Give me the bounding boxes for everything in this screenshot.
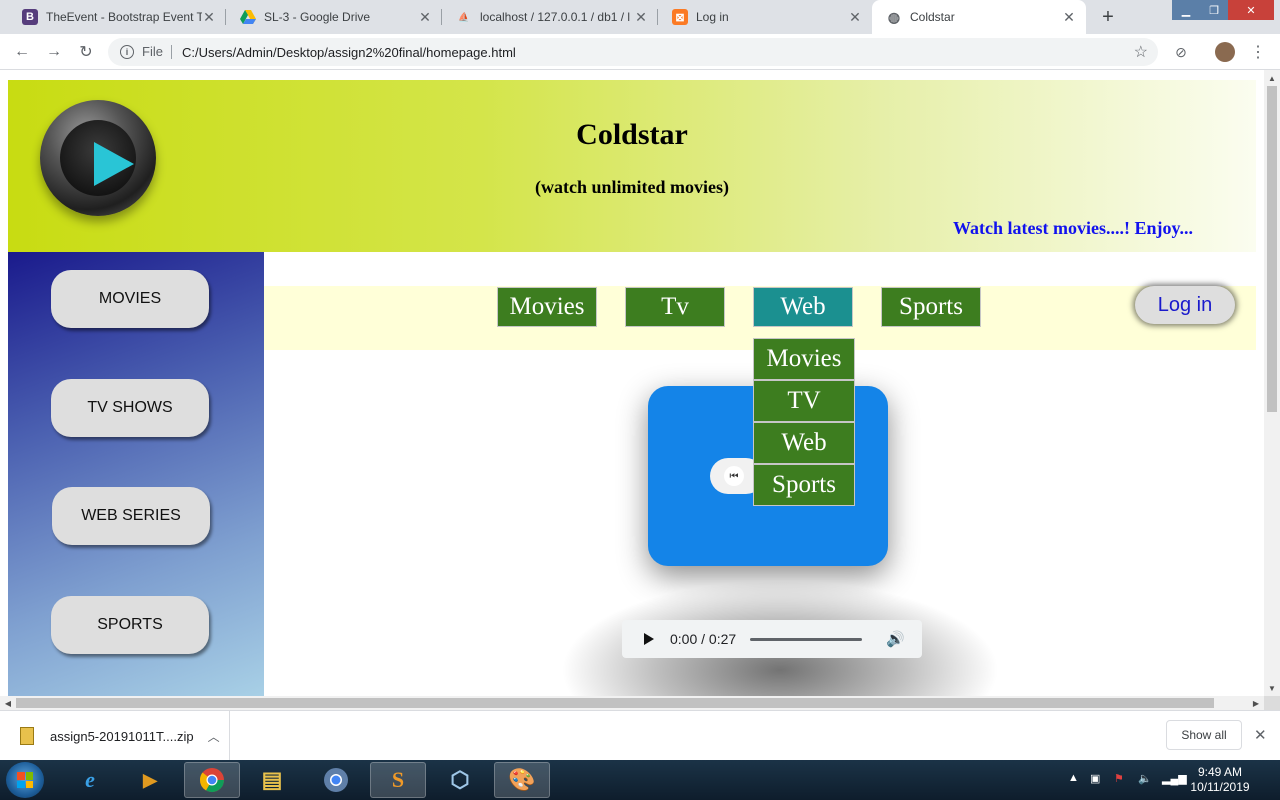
tab-theevent[interactable]: B TheEvent - Bootstrap Event T ✕	[8, 0, 226, 34]
skip-back-icon[interactable]: ⏮	[724, 466, 744, 486]
nav-sports[interactable]: Sports	[881, 287, 981, 327]
profile-avatar[interactable]	[1215, 42, 1235, 62]
close-shelf-icon[interactable]: ✕	[1254, 726, 1267, 744]
virtualbox-icon[interactable]: ⬡	[432, 762, 488, 798]
page-viewport: Coldstar (watch unlimited movies) Watch …	[0, 70, 1264, 696]
play-icon[interactable]	[644, 633, 654, 645]
bookmark-star-icon[interactable]: ☆	[1134, 42, 1148, 62]
tab-label: Log in	[696, 10, 729, 24]
bootstrap-icon: B	[22, 9, 38, 25]
horizontal-scroll-thumb[interactable]	[16, 698, 1214, 708]
tray-expand-icon[interactable]: ▲	[1068, 772, 1079, 784]
tab-google-drive[interactable]: SL-3 - Google Drive ✕	[226, 0, 442, 34]
minimize-icon[interactable]: ▁	[1172, 0, 1200, 20]
browser-toolbar: ← → ↻ i File C:/Users/Admin/Desktop/assi…	[0, 34, 1280, 70]
chrome-icon[interactable]	[184, 762, 240, 798]
window-close-icon[interactable]: ✕	[1228, 0, 1274, 20]
zip-file-icon	[20, 727, 34, 745]
audio-time: 0:00 / 0:27	[670, 631, 737, 647]
google-drive-icon	[240, 9, 256, 25]
xampp-icon: ⊠	[672, 9, 688, 25]
start-button[interactable]	[6, 762, 44, 798]
audio-progress-bar[interactable]	[750, 637, 863, 641]
internet-explorer-icon[interactable]: e	[62, 762, 118, 798]
tab-label: Coldstar	[910, 10, 955, 24]
scroll-up-icon[interactable]: ▲	[1264, 70, 1280, 86]
close-icon[interactable]: ✕	[202, 9, 216, 26]
clock-date: 10/11/2019	[1190, 780, 1250, 794]
nav-tv[interactable]: Tv	[625, 287, 725, 327]
restore-icon[interactable]: ❐	[1200, 0, 1228, 20]
tab-label: SL-3 - Google Drive	[264, 10, 371, 24]
tray-network-icon[interactable]: ▂▄▆	[1162, 772, 1187, 785]
phpmyadmin-icon: ⛵	[458, 11, 470, 22]
download-item[interactable]: assign5-20191011T....zip ︿	[0, 711, 230, 761]
tray-device-icon[interactable]: ▣	[1090, 772, 1100, 785]
tab-phpmyadmin[interactable]: ⛵ localhost / 127.0.0.1 / db1 / l ✕	[442, 0, 658, 34]
tab-coldstar[interactable]: ◍ Coldstar ✕	[872, 0, 1086, 34]
tab-label: TheEvent - Bootstrap Event T	[46, 10, 202, 24]
dropdown-item-movies[interactable]: Movies	[753, 338, 855, 380]
nav-web[interactable]: Web	[753, 287, 853, 327]
vertical-scrollbar[interactable]: ▲ ▼	[1264, 70, 1280, 696]
tray-volume-icon[interactable]: 🔈	[1138, 772, 1152, 785]
site-header: Coldstar (watch unlimited movies) Watch …	[8, 80, 1256, 252]
sidebar-item-movies[interactable]: MOVIES	[51, 270, 209, 328]
tab-label: localhost / 127.0.0.1 / db1 / l	[480, 10, 631, 24]
extension-icon[interactable]: ⊘	[1171, 42, 1191, 62]
marquee-text: Watch latest movies....! Enjoy...	[953, 218, 1193, 238]
site-title: Coldstar	[576, 118, 688, 151]
dropdown-item-sports[interactable]: Sports	[753, 464, 855, 506]
browser-tab-strip: B TheEvent - Bootstrap Event T ✕ SL-3 - …	[0, 0, 1280, 34]
close-icon[interactable]: ✕	[1062, 9, 1076, 26]
file-explorer-icon[interactable]: ▤	[244, 762, 300, 798]
sidebar-item-sports[interactable]: SPORTS	[51, 596, 209, 654]
globe-icon: ◍	[887, 8, 901, 25]
windows-logo-icon	[17, 772, 33, 788]
new-tab-button[interactable]: +	[1096, 5, 1120, 29]
sidebar: MOVIES TV SHOWS WEB SERIES SPORTS	[8, 252, 264, 696]
chevron-up-icon[interactable]: ︿	[208, 728, 220, 745]
horizontal-scrollbar[interactable]: ◀ ▶	[0, 696, 1264, 710]
nav-movies[interactable]: Movies	[497, 287, 597, 327]
close-icon[interactable]: ✕	[634, 9, 648, 26]
menu-dots-icon[interactable]: ⋮	[1248, 42, 1268, 62]
show-all-button[interactable]: Show all	[1166, 720, 1242, 750]
dropdown-item-tv[interactable]: TV	[753, 380, 855, 422]
reload-icon[interactable]: ↻	[74, 40, 98, 64]
system-clock[interactable]: 9:49 AM 10/11/2019	[1184, 765, 1256, 795]
download-filename: assign5-20191011T....zip	[50, 728, 194, 744]
scroll-right-icon[interactable]: ▶	[1248, 696, 1264, 710]
close-icon[interactable]: ✕	[418, 9, 432, 26]
audio-player[interactable]: 0:00 / 0:27 🔊	[622, 620, 922, 658]
back-arrow-icon[interactable]: ←	[10, 40, 34, 64]
sidebar-item-web-series[interactable]: WEB SERIES	[52, 487, 210, 545]
scheme-label: File	[142, 45, 172, 59]
volume-icon[interactable]: 🔊	[886, 630, 905, 648]
forward-arrow-icon[interactable]: →	[42, 40, 66, 64]
paint-icon[interactable]: 🎨	[494, 762, 550, 798]
dropdown-item-web[interactable]: Web	[753, 422, 855, 464]
windows-taskbar: e ▶ ▤ S ⬡ 🎨 ▲ ▣ ⚑ 🔈 ▂▄▆ 9:49 AM 10/11/20…	[0, 760, 1280, 800]
scroll-left-icon[interactable]: ◀	[0, 696, 16, 710]
clock-time: 9:49 AM	[1197, 765, 1243, 779]
tab-login[interactable]: ⊠ Log in ✕	[658, 0, 872, 34]
vertical-scroll-thumb[interactable]	[1267, 86, 1277, 412]
download-shelf: assign5-20191011T....zip ︿ Show all ✕	[0, 710, 1280, 761]
chrome-alt-icon[interactable]	[308, 762, 364, 798]
close-icon[interactable]: ✕	[848, 9, 862, 26]
sublime-text-icon[interactable]: S	[370, 762, 426, 798]
scroll-down-icon[interactable]: ▼	[1264, 680, 1280, 696]
web-dropdown-menu: Movies TV Web Sports	[753, 338, 855, 506]
address-bar[interactable]: i File C:/Users/Admin/Desktop/assign2%20…	[108, 38, 1158, 66]
scroll-corner	[1264, 696, 1280, 710]
tray-flag-icon[interactable]: ⚑	[1114, 772, 1124, 785]
info-icon[interactable]: i	[120, 45, 134, 59]
login-button[interactable]: Log in	[1135, 286, 1235, 324]
sidebar-item-tv-shows[interactable]: TV SHOWS	[51, 379, 209, 437]
site-subtitle: (watch unlimited movies)	[535, 177, 729, 197]
media-player-icon[interactable]: ▶	[122, 762, 178, 798]
url-text[interactable]: C:/Users/Admin/Desktop/assign2%20final/h…	[182, 45, 516, 60]
